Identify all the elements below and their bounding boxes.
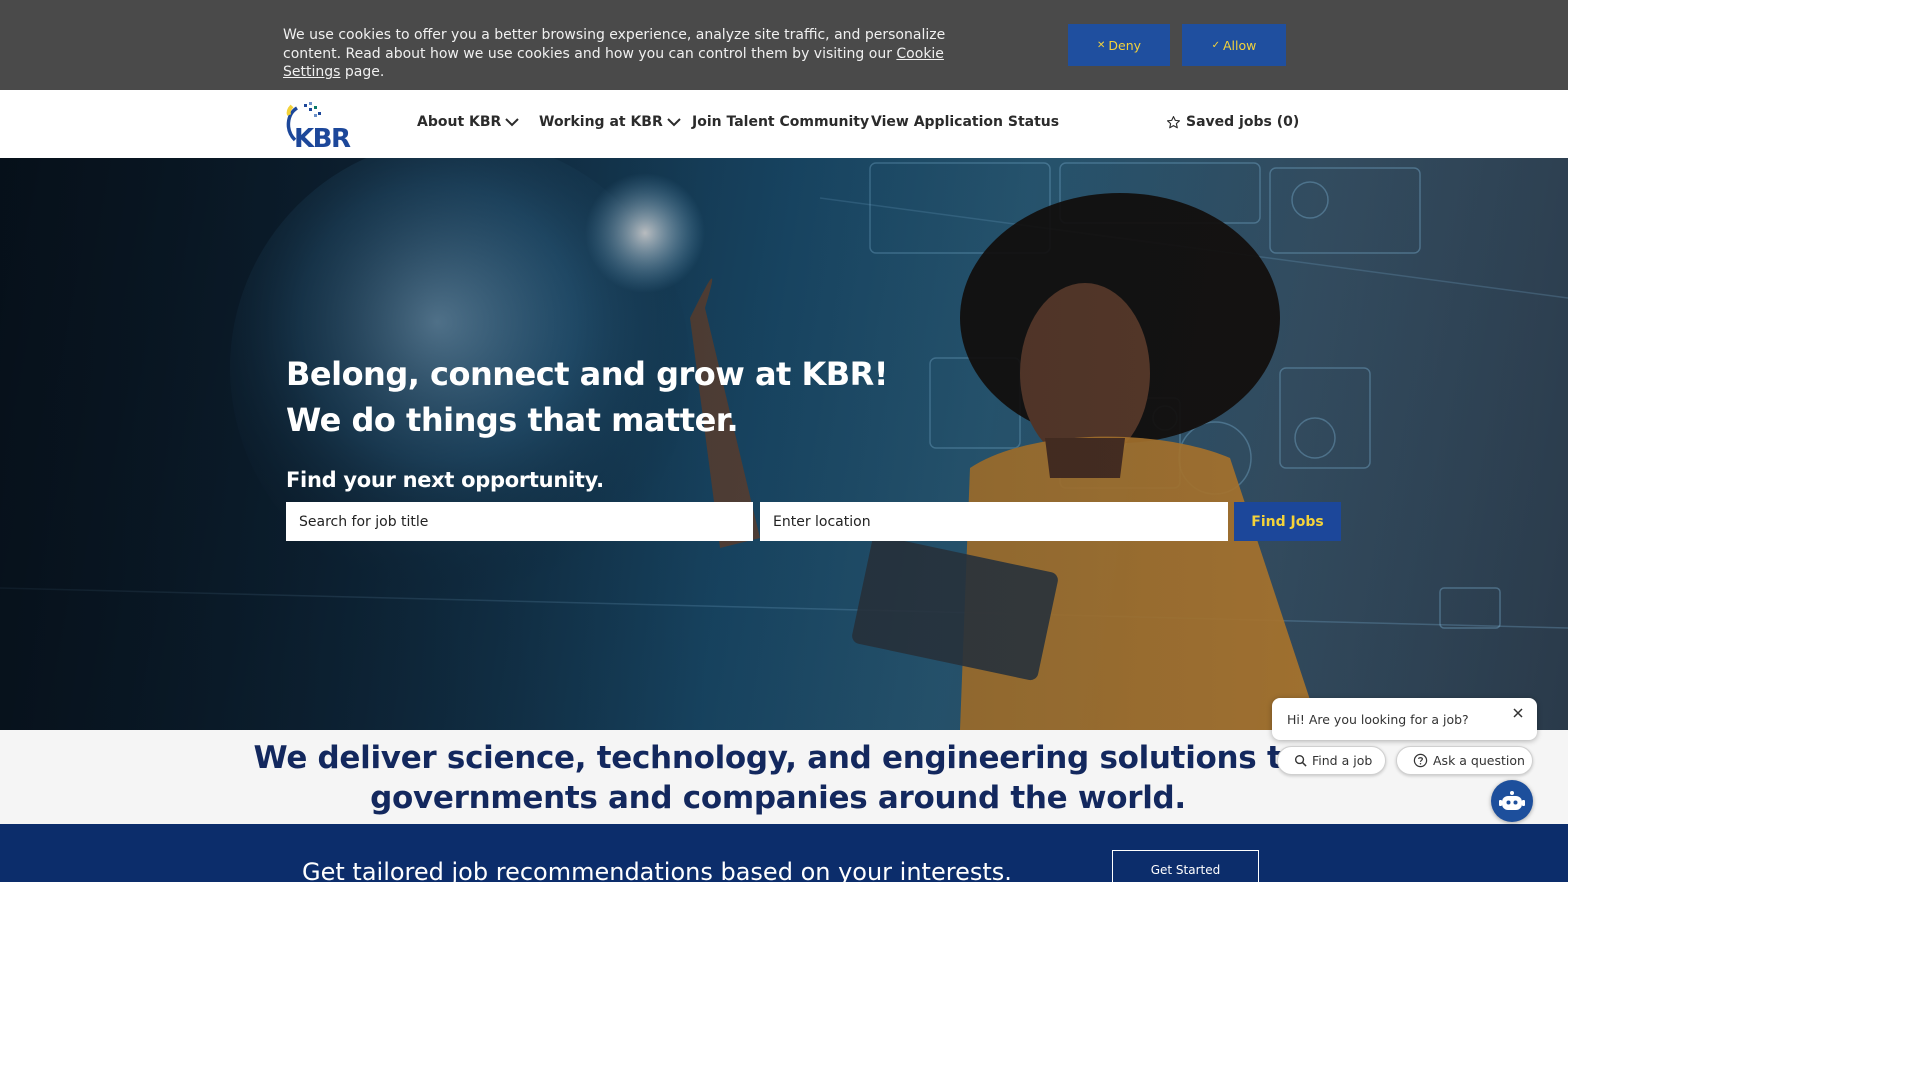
kbr-logo[interactable]: KBR bbox=[283, 100, 367, 154]
robot-icon bbox=[1499, 791, 1525, 810]
deny-label: Deny bbox=[1108, 37, 1142, 53]
close-icon: ✕ bbox=[1096, 39, 1106, 51]
nav-join-label: Join Talent Community bbox=[692, 114, 870, 130]
search-icon bbox=[1294, 754, 1307, 767]
mission-section: We deliver science, technology, and engi… bbox=[0, 730, 1568, 824]
cookie-banner: We use cookies to offer you a better bro… bbox=[0, 0, 1568, 90]
kbr-logo-graphic: KBR bbox=[286, 102, 352, 154]
logo-lettering: KBR bbox=[294, 124, 351, 150]
recommendations-text: Get tailored job recommendations based o… bbox=[302, 858, 1012, 882]
star-icon bbox=[1167, 115, 1180, 128]
chevron-down-icon bbox=[667, 118, 681, 127]
close-icon[interactable] bbox=[1511, 706, 1525, 720]
nav-status-label: View Application Status bbox=[871, 114, 1060, 130]
hero-headline-line1: Belong, connect and grow at KBR! bbox=[286, 355, 888, 393]
find-jobs-button[interactable]: Find Jobs bbox=[1234, 502, 1341, 541]
saved-jobs-link[interactable]: Saved jobs (0) bbox=[1166, 114, 1299, 130]
hero-headline: Belong, connect and grow at KBR! We do t… bbox=[286, 351, 888, 443]
hero-section: Belong, connect and grow at KBR! We do t… bbox=[0, 158, 1568, 730]
chatbot-message: Hi! Are you looking for a job? bbox=[1287, 712, 1469, 727]
cookie-text-end: page. bbox=[340, 64, 385, 80]
find-a-job-label: Find a job bbox=[1312, 753, 1373, 768]
allow-cookies-button[interactable]: ✓ Allow bbox=[1182, 24, 1286, 66]
nav-join-talent-community[interactable]: Join Talent Community bbox=[692, 114, 869, 130]
chevron-down-icon bbox=[505, 118, 520, 127]
nav-view-application-status[interactable]: View Application Status bbox=[871, 114, 1059, 130]
check-icon: ✓ bbox=[1211, 39, 1220, 51]
ask-a-question-chip[interactable]: Ask a question bbox=[1396, 746, 1533, 775]
mission-line1: We deliver science, technology, and engi… bbox=[253, 740, 1303, 776]
hero-background-image bbox=[0, 158, 1568, 730]
hero-headline-line2: We do things that matter. bbox=[286, 401, 739, 439]
allow-label: Allow bbox=[1223, 37, 1257, 53]
cookie-message: We use cookies to offer you a better bro… bbox=[283, 26, 983, 82]
deny-cookies-button[interactable]: ✕ Deny bbox=[1068, 24, 1170, 66]
mission-line2: governments and companies around the wor… bbox=[370, 780, 1186, 816]
chatbot-launcher[interactable] bbox=[1491, 780, 1533, 822]
location-search-input[interactable] bbox=[760, 502, 1228, 541]
help-circle-icon bbox=[1413, 753, 1428, 768]
nav-about-kbr[interactable]: About KBR bbox=[417, 114, 520, 130]
find-a-job-chip[interactable]: Find a job bbox=[1277, 746, 1386, 775]
get-started-button[interactable]: Get Started bbox=[1112, 850, 1259, 882]
site-header: KBR About KBR Working at KBR Join Talent… bbox=[0, 90, 1568, 158]
nav-working-at-kbr[interactable]: Working at KBR bbox=[539, 114, 681, 130]
nav-about-label: About KBR bbox=[417, 114, 502, 130]
chatbot-greeting: Hi! Are you looking for a job? bbox=[1272, 698, 1537, 740]
recommendations-band: Get tailored job recommendations based o… bbox=[0, 824, 1568, 882]
ask-a-question-label: Ask a question bbox=[1433, 753, 1525, 768]
job-title-search-input[interactable] bbox=[286, 502, 753, 541]
nav-working-label: Working at KBR bbox=[539, 114, 663, 130]
saved-jobs-label: Saved jobs (0) bbox=[1186, 114, 1300, 130]
cookie-text: We use cookies to offer you a better bro… bbox=[283, 27, 946, 62]
hero-subtitle: Find your next opportunity. bbox=[286, 468, 604, 492]
